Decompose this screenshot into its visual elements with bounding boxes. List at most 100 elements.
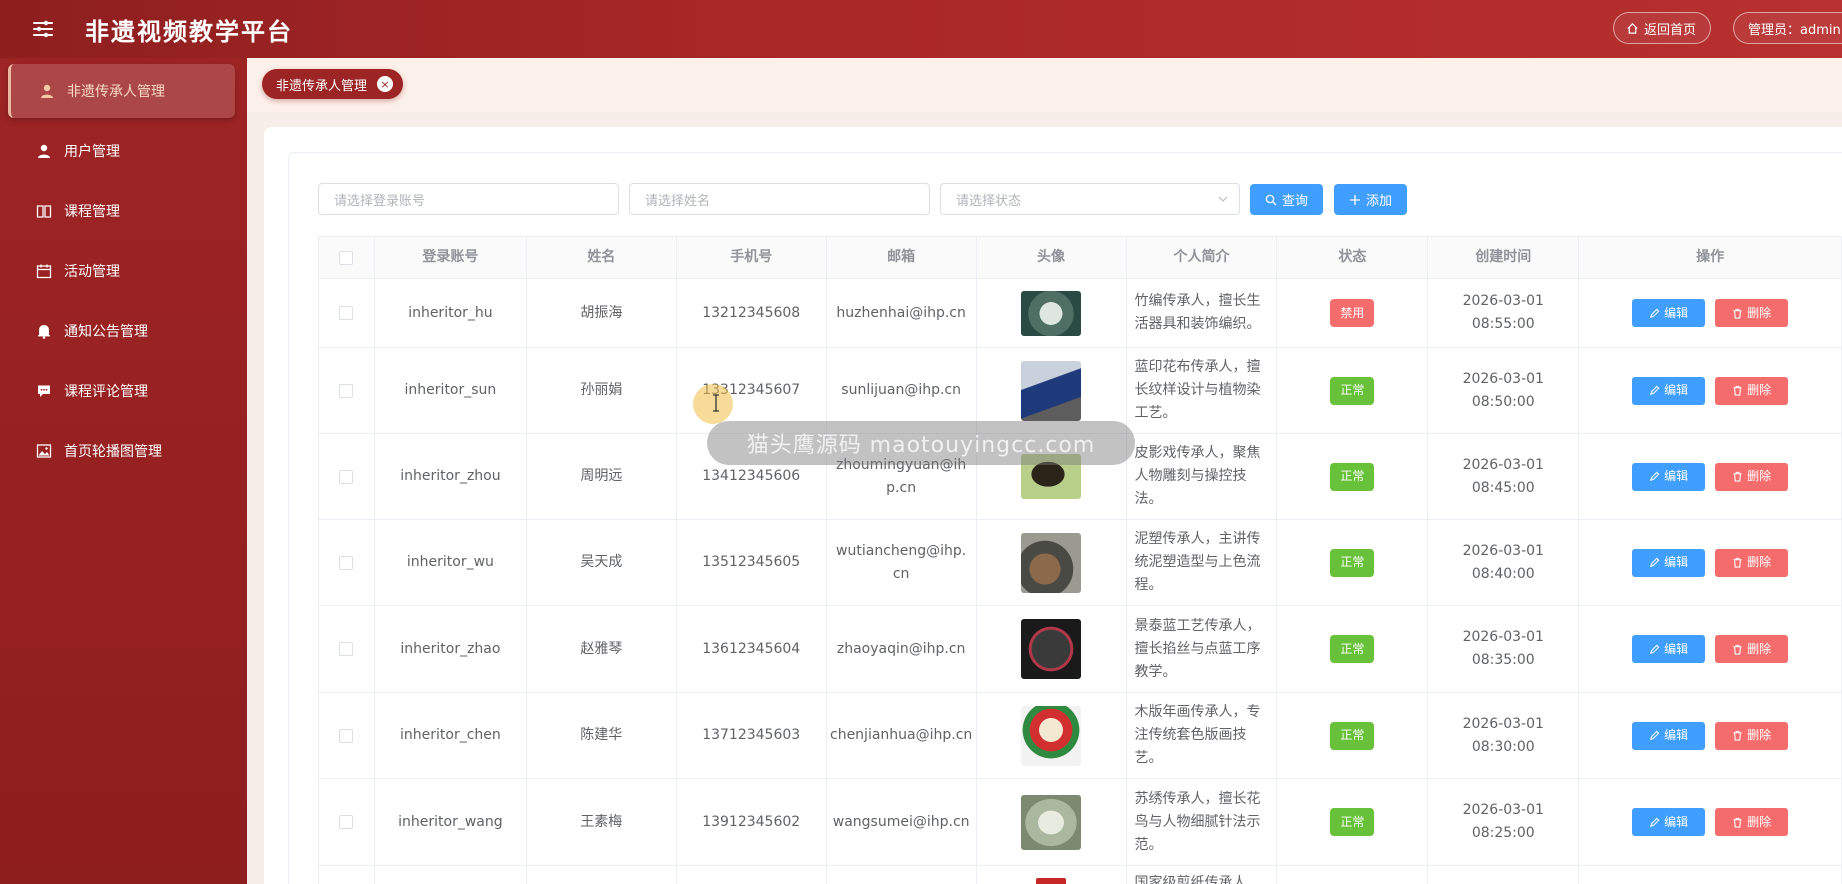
avatar[interactable] <box>1021 360 1082 421</box>
edit-button[interactable]: 编辑 <box>1632 462 1706 491</box>
edit-button[interactable]: 编辑 <box>1632 635 1706 663</box>
header-created: 创建时间 <box>1428 237 1580 278</box>
row-checkbox[interactable] <box>339 306 354 320</box>
edit-button-label: 编辑 <box>1664 305 1689 320</box>
trash-icon <box>1733 644 1742 655</box>
created-cell: 2026-03-01 08:25:00 <box>1428 779 1580 865</box>
account-search-input[interactable]: 请选择登录账号 <box>318 183 619 215</box>
delete-button[interactable]: 删除 <box>1715 376 1789 405</box>
delete-button[interactable]: 删除 <box>1715 299 1789 327</box>
menu-toggle-icon[interactable] <box>32 18 54 40</box>
edit-button-label: 编辑 <box>1664 728 1689 742</box>
email-cell: zhaoyaqin@ihp.cn <box>827 606 977 692</box>
actions-cell: 编辑 删除 <box>1579 434 1842 519</box>
top-header: 非遗视频教学平台 返回首页 管理员：admin <box>0 0 1842 58</box>
edit-icon <box>1650 308 1660 318</box>
query-button-label: 查询 <box>1281 194 1308 209</box>
avatar[interactable] <box>1021 532 1082 593</box>
sidebar-item-comments[interactable]: 课程评论管理 <box>8 364 235 418</box>
actions-cell: 编辑 删除 <box>1579 279 1842 347</box>
edit-button[interactable]: 编辑 <box>1632 548 1706 577</box>
add-button[interactable]: 添加 <box>1334 184 1407 215</box>
status-cell <box>1277 866 1429 884</box>
row-checkbox-cell <box>319 348 375 433</box>
text-cursor-icon <box>713 394 719 412</box>
query-button[interactable]: 查询 <box>1250 184 1323 215</box>
row-checkbox[interactable] <box>339 469 354 484</box>
avatar[interactable] <box>1021 705 1082 766</box>
select-all-checkbox[interactable] <box>339 250 354 265</box>
name-cell: 吴天成 <box>527 520 677 605</box>
email-cell: huzhenhai@ihp.cn <box>827 279 977 347</box>
delete-button[interactable]: 删除 <box>1715 462 1789 491</box>
account-cell: inheritor_zhou <box>375 434 527 519</box>
status-badge: 正常 <box>1330 376 1375 405</box>
chevron-down-icon <box>1218 196 1228 202</box>
avatar-cell <box>977 606 1127 692</box>
account-cell <box>375 866 527 884</box>
edit-button[interactable]: 编辑 <box>1632 721 1706 750</box>
created-cell <box>1428 866 1580 884</box>
created-cell: 2026-03-01 08:50:00 <box>1428 348 1580 433</box>
tab-label: 非遗传承人管理 <box>276 78 368 94</box>
table-row: inheritor_zhao 赵雅琴 13612345604 zhaoyaqin… <box>319 606 1842 693</box>
status-select[interactable]: 请选择状态 <box>940 183 1240 215</box>
edit-button-label: 编辑 <box>1664 814 1689 829</box>
home-button[interactable]: 返回首页 <box>1613 12 1712 44</box>
sidebar-item-users[interactable]: 用户管理 <box>8 124 235 178</box>
row-checkbox-cell <box>319 866 375 884</box>
calendar-icon <box>36 264 52 279</box>
sidebar-item-activities[interactable]: 活动管理 <box>8 244 235 298</box>
edit-icon <box>1650 644 1660 654</box>
admin-menu[interactable]: 管理员：admin <box>1733 12 1842 44</box>
sidebar-item-inheritor[interactable]: 非遗传承人管理 <box>8 64 235 118</box>
row-checkbox[interactable] <box>339 728 354 743</box>
created-cell: 2026-03-01 08:35:00 <box>1428 606 1580 692</box>
intro-cell: 木版年画传承人，专注传统套色版画技艺。 <box>1127 693 1278 778</box>
row-checkbox[interactable] <box>339 383 354 398</box>
avatar[interactable] <box>1036 878 1067 884</box>
row-checkbox[interactable] <box>339 642 354 656</box>
sidebar-item-label: 课程评论管理 <box>64 384 148 400</box>
sidebar-item-banners[interactable]: 首页轮播图管理 <box>8 424 235 478</box>
comment-icon <box>38 385 50 397</box>
header-email: 邮箱 <box>826 237 977 278</box>
edit-button[interactable]: 编辑 <box>1632 299 1706 327</box>
admin-label: 管理员：admin <box>1748 22 1841 38</box>
header-checkbox-cell <box>319 237 375 278</box>
edit-icon <box>1650 730 1660 741</box>
row-checkbox[interactable] <box>339 555 354 570</box>
delete-button[interactable]: 删除 <box>1715 808 1789 836</box>
name-cell: 胡振海 <box>527 279 677 347</box>
delete-button[interactable]: 删除 <box>1715 721 1789 750</box>
edit-button[interactable]: 编辑 <box>1632 376 1706 405</box>
avatar[interactable] <box>1021 290 1082 336</box>
avatar[interactable] <box>1021 794 1082 850</box>
avatar-cell <box>977 779 1127 865</box>
sidebar-item-courses[interactable]: 课程管理 <box>8 184 235 238</box>
account-cell: inheritor_zhao <box>375 606 527 692</box>
table-row: inheritor_wang 王素梅 13912345602 wangsumei… <box>319 779 1842 866</box>
close-icon[interactable]: × <box>377 76 394 92</box>
status-select-placeholder: 请选择状态 <box>956 193 1022 209</box>
app-title: 非遗视频教学平台 <box>85 18 293 46</box>
delete-button-label: 删除 <box>1747 814 1772 829</box>
created-cell: 2026-03-01 08:30:00 <box>1428 693 1580 778</box>
avatar[interactable] <box>1021 619 1082 679</box>
delete-button-label: 删除 <box>1747 555 1772 569</box>
table-row: inheritor_wu 吴天成 13512345605 wutiancheng… <box>319 520 1842 606</box>
edit-button[interactable]: 编辑 <box>1632 808 1706 836</box>
avatar-cell <box>977 279 1127 347</box>
tab-inheritor[interactable]: 非遗传承人管理 × <box>262 69 404 99</box>
delete-button[interactable]: 删除 <box>1715 635 1789 663</box>
status-badge: 正常 <box>1330 462 1375 491</box>
name-cell: 王素梅 <box>527 779 677 865</box>
delete-button[interactable]: 删除 <box>1715 548 1789 577</box>
status-cell: 禁用 <box>1277 279 1429 347</box>
row-checkbox[interactable] <box>339 815 354 829</box>
sidebar-item-label: 通知公告管理 <box>64 324 148 340</box>
user-icon <box>38 144 50 158</box>
sidebar-item-notices[interactable]: 通知公告管理 <box>8 304 235 358</box>
name-search-input[interactable]: 请选择姓名 <box>629 183 930 215</box>
delete-button-label: 删除 <box>1747 728 1772 742</box>
